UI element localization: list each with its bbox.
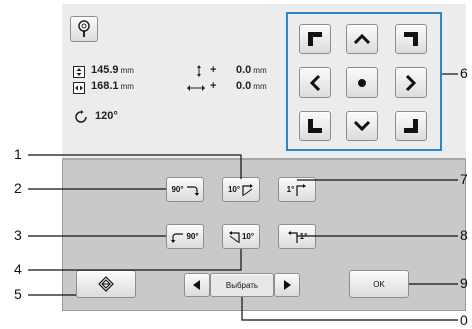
chevron-down-icon	[354, 121, 370, 131]
callout-3: 3	[14, 227, 22, 243]
rotate-cw-90-button[interactable]: 90°	[166, 177, 204, 202]
panel-divider	[62, 158, 466, 160]
rotate-ccw-1-label: 1°	[299, 232, 308, 241]
callout-7: 7	[460, 171, 468, 187]
select-label: Выбрать	[225, 280, 259, 290]
rotate-cw-1-label: 1°	[286, 185, 295, 194]
height-readout: 145.9 mm	[91, 64, 134, 76]
callout-8: 8	[460, 227, 468, 243]
rotate-ccw-1-icon	[287, 230, 298, 243]
rotation-icon	[75, 110, 87, 123]
rotate-cw-90-icon	[186, 185, 199, 196]
offset-x-plus: +	[210, 80, 217, 92]
rotate-cw-10-icon	[242, 183, 254, 196]
ok-label: OK	[373, 279, 385, 289]
height-unit: mm	[120, 66, 134, 75]
offset-x-readout: 0.0 mm	[236, 80, 267, 92]
height-value: 145.9	[91, 64, 119, 76]
offset-y-readout: 0.0 mm	[236, 64, 267, 76]
width-unit: mm	[120, 82, 134, 91]
rotate-ccw-10-button[interactable]: 10°	[222, 224, 260, 249]
chevron-left-icon	[310, 74, 320, 91]
reset-icon	[98, 276, 114, 292]
rotate-ccw-1-button[interactable]: 1°	[278, 224, 316, 249]
offset-y-plus: +	[210, 64, 217, 76]
triangle-left-icon	[193, 280, 200, 290]
width-icon	[73, 82, 85, 94]
move-down-left-button[interactable]	[299, 111, 331, 141]
corner-up-left-icon	[308, 32, 322, 46]
move-up-right-button[interactable]	[395, 24, 427, 54]
callout-9: 9	[460, 275, 468, 291]
callout-4: 4	[14, 261, 22, 277]
triangle-right-icon	[284, 280, 291, 290]
select-prev-button[interactable]	[184, 273, 210, 297]
select-next-button[interactable]	[274, 273, 300, 297]
reset-button[interactable]	[76, 270, 136, 298]
move-down-right-button[interactable]	[395, 111, 427, 141]
corner-down-left-icon	[308, 119, 322, 133]
offset-x-value: 0.0	[236, 80, 252, 92]
offset-x-icon	[187, 85, 205, 91]
magnifier-button[interactable]	[70, 16, 98, 42]
rotate-cw-10-button[interactable]: 10°	[222, 177, 260, 202]
rotate-ccw-10-label: 10°	[241, 232, 255, 241]
rotation-value: 120°	[95, 110, 118, 122]
rotate-cw-1-icon	[296, 183, 307, 196]
rotate-ccw-90-label: 90°	[186, 232, 199, 241]
offset-y-icon	[197, 65, 201, 77]
rotate-cw-10-label: 10°	[227, 185, 241, 194]
callout-0: 0	[460, 312, 468, 328]
move-right-button[interactable]	[395, 67, 427, 98]
chevron-right-icon	[406, 74, 416, 91]
ok-button[interactable]: OK	[349, 270, 409, 298]
corner-down-right-icon	[404, 119, 418, 133]
callout-2: 2	[14, 180, 22, 196]
center-dot-icon	[358, 78, 366, 87]
move-down-button[interactable]	[346, 111, 378, 141]
callout-1: 1	[14, 146, 22, 162]
chevron-up-icon	[354, 34, 370, 44]
move-up-button[interactable]	[346, 24, 378, 54]
move-center-button[interactable]	[346, 67, 378, 98]
rotate-cw-90-label: 90°	[171, 185, 184, 194]
magnifier-icon	[78, 20, 90, 37]
rotate-ccw-90-button[interactable]: 90°	[166, 224, 204, 249]
move-left-button[interactable]	[299, 67, 331, 98]
corner-up-right-icon	[404, 32, 418, 46]
move-up-left-button[interactable]	[299, 24, 331, 54]
width-value: 168.1	[91, 80, 119, 92]
rotate-cw-1-button[interactable]: 1°	[278, 177, 316, 202]
offset-x-unit: mm	[253, 82, 267, 91]
height-icon	[73, 66, 85, 78]
rotate-ccw-10-icon	[228, 230, 240, 243]
callout-5: 5	[14, 286, 22, 302]
width-readout: 168.1 mm	[91, 80, 134, 92]
callout-6: 6	[460, 65, 468, 81]
select-label-box: Выбрать	[210, 273, 274, 297]
offset-y-value: 0.0	[236, 64, 252, 76]
rotate-ccw-90-icon	[171, 232, 184, 243]
offset-y-unit: mm	[253, 66, 267, 75]
